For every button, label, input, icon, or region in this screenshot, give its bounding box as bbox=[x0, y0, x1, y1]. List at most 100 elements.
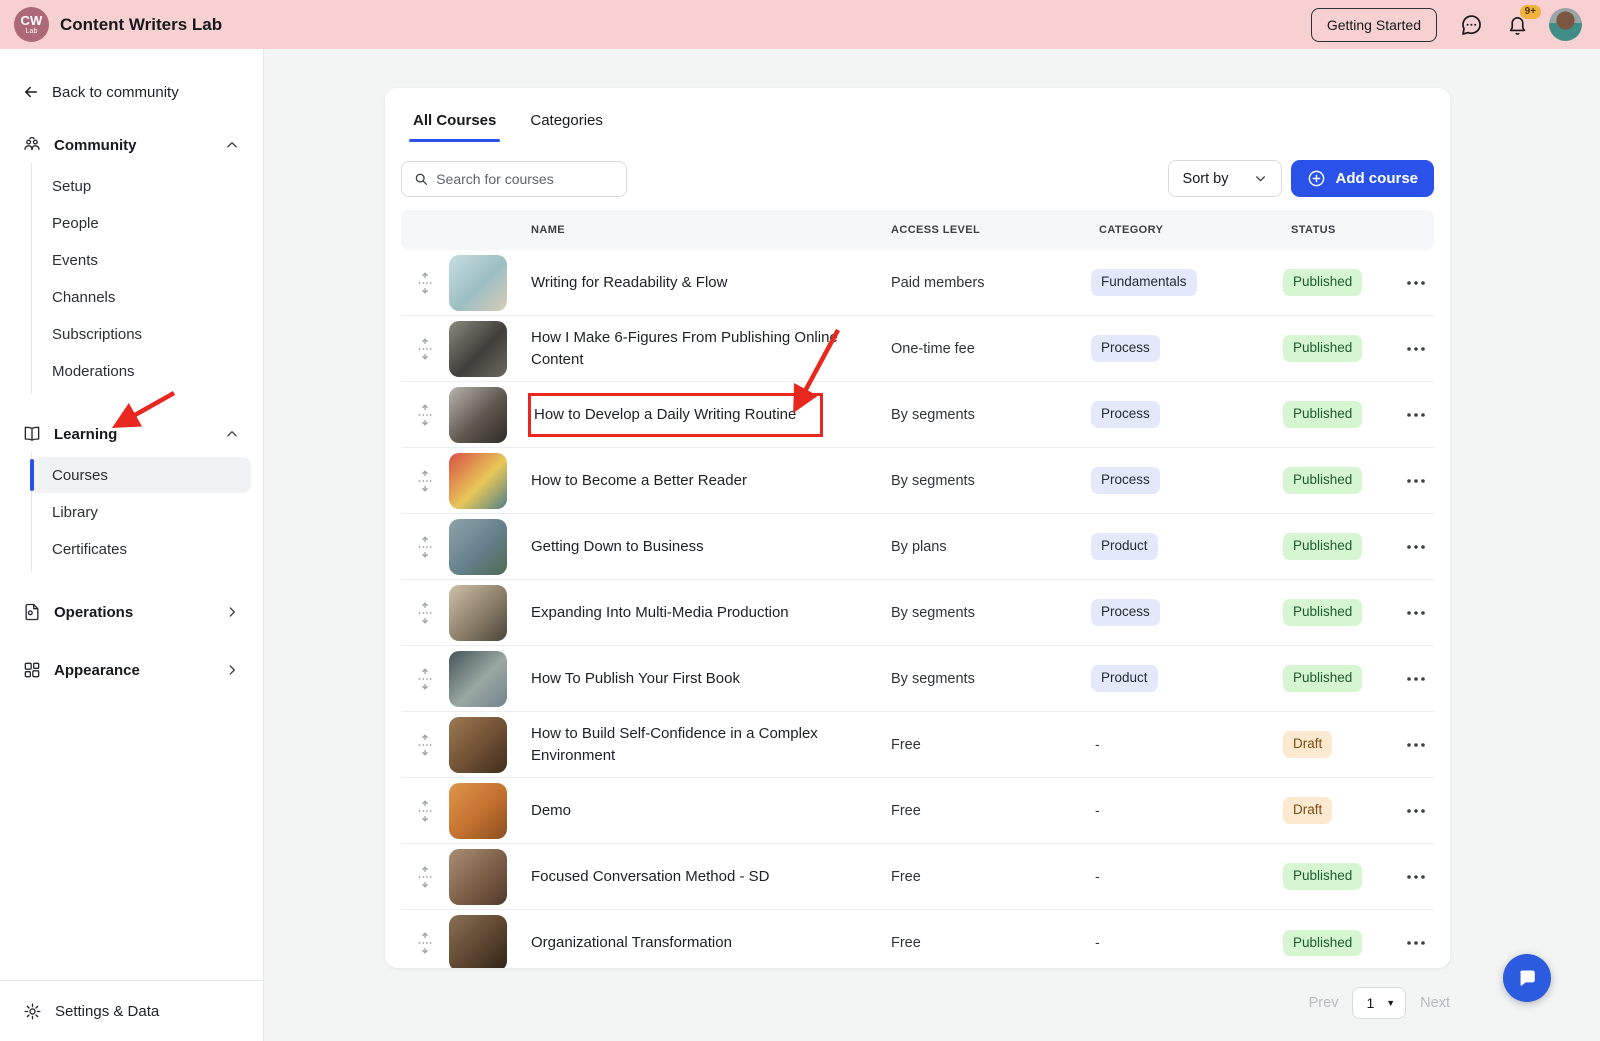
sidebar-item-moderations[interactable]: Moderations bbox=[32, 353, 251, 389]
status-badge: Published bbox=[1283, 467, 1363, 494]
notifications-button[interactable]: 9+ bbox=[1505, 4, 1541, 37]
category-badge: Process bbox=[1091, 467, 1160, 494]
access-level: Free bbox=[891, 935, 921, 951]
drag-handle[interactable] bbox=[401, 799, 449, 822]
plus-circle-icon bbox=[1309, 170, 1325, 187]
settings-and-data-link[interactable]: Settings & Data bbox=[0, 980, 263, 1041]
course-name-link[interactable]: How To Publish Your First Book bbox=[531, 670, 740, 687]
course-name-link[interactable]: How I Make 6-Figures From Publishing Onl… bbox=[531, 329, 838, 368]
back-to-community-link[interactable]: Back to community bbox=[22, 79, 251, 105]
getting-started-button[interactable]: Getting Started bbox=[1310, 7, 1437, 42]
sidebar-section-items: Setup People Events Channels Subscriptions Mo… bbox=[31, 163, 251, 394]
category-empty: - bbox=[1095, 934, 1100, 950]
course-name-link[interactable]: Expanding Into Multi-Media Production bbox=[531, 604, 789, 621]
sidebar-item-events[interactable]: Events bbox=[32, 242, 251, 278]
chat-bubble-icon bbox=[1462, 14, 1481, 35]
next-page-button[interactable]: Next bbox=[1420, 995, 1450, 1011]
app-header: CW Lab Content Writers Lab Getting Start… bbox=[0, 0, 1600, 49]
course-name-link[interactable]: Getting Down to Business bbox=[531, 538, 704, 555]
drag-handle[interactable] bbox=[401, 733, 449, 756]
course-name-link[interactable]: How to Become a Better Reader bbox=[531, 472, 747, 489]
course-name-link[interactable]: How to Develop a Daily Writing Routine bbox=[528, 392, 824, 437]
sidebar-item-people[interactable]: People bbox=[32, 205, 251, 241]
drag-handle[interactable] bbox=[401, 667, 449, 690]
sidebar-section-header-community[interactable]: Community bbox=[22, 127, 251, 163]
row-actions-menu[interactable] bbox=[1398, 808, 1434, 814]
row-actions-menu[interactable] bbox=[1398, 676, 1434, 682]
table-row: How I Make 6-Figures From Publishing Onl… bbox=[401, 316, 1434, 382]
category-badge: Process bbox=[1091, 599, 1160, 626]
column-header-name: NAME bbox=[531, 224, 565, 236]
row-actions-menu[interactable] bbox=[1398, 346, 1434, 352]
chat-widget-button[interactable] bbox=[1503, 954, 1551, 1002]
course-name-link[interactable]: Demo bbox=[531, 802, 571, 819]
row-actions-menu[interactable] bbox=[1398, 478, 1434, 484]
access-level: By segments bbox=[891, 406, 975, 423]
drag-handle[interactable] bbox=[401, 403, 449, 426]
row-actions-menu[interactable] bbox=[1398, 544, 1434, 550]
drag-handle[interactable] bbox=[401, 337, 449, 360]
category-empty: - bbox=[1095, 735, 1100, 752]
row-actions-menu[interactable] bbox=[1398, 412, 1434, 418]
column-header-category: CATEGORY bbox=[1099, 224, 1164, 236]
course-name-link[interactable]: Focused Conversation Method - SD bbox=[531, 868, 769, 885]
drag-handle[interactable] bbox=[401, 932, 449, 954]
row-actions-menu[interactable] bbox=[1398, 610, 1434, 616]
row-actions-menu[interactable] bbox=[1398, 280, 1434, 286]
course-name-link[interactable]: How to Build Self-Confidence in a Comple… bbox=[531, 725, 818, 764]
community-logo[interactable]: CW Lab bbox=[14, 7, 49, 42]
prev-page-button[interactable]: Prev bbox=[1309, 995, 1339, 1011]
access-level: One-time fee bbox=[891, 340, 975, 357]
sidebar-section-header-appearance[interactable]: Appearance bbox=[22, 652, 251, 688]
course-thumbnail bbox=[449, 584, 507, 641]
row-actions-menu[interactable] bbox=[1398, 742, 1434, 748]
drag-handle[interactable] bbox=[401, 469, 449, 492]
page-number-select[interactable]: 1 ▼ bbox=[1352, 987, 1407, 1019]
messages-button[interactable] bbox=[1459, 13, 1483, 37]
course-thumbnail bbox=[449, 254, 507, 311]
sidebar-item-library[interactable]: Library bbox=[32, 494, 251, 530]
courses-table: NAME ACCESS LEVEL CATEGORY STATUS Writing f… bbox=[401, 210, 1434, 968]
row-actions-menu[interactable] bbox=[1398, 874, 1434, 880]
access-level: By segments bbox=[891, 670, 975, 687]
sidebar-item-setup[interactable]: Setup bbox=[32, 168, 251, 204]
table-row: How to Become a Better Reader By segments… bbox=[401, 448, 1434, 514]
status-badge: Published bbox=[1283, 929, 1363, 957]
drag-handle[interactable] bbox=[401, 535, 449, 558]
notification-badge: 9+ bbox=[1519, 4, 1541, 19]
sidebar-item-certificates[interactable]: Certificates bbox=[32, 531, 251, 567]
table-row: How to Build Self-Confidence in a Comple… bbox=[401, 712, 1434, 778]
sidebar-section-header-learning[interactable]: Learning bbox=[22, 416, 251, 452]
courses-tabs: All Courses Categories bbox=[401, 88, 1434, 142]
drag-handle[interactable] bbox=[401, 865, 449, 888]
appearance-icon bbox=[22, 660, 42, 680]
sidebar-section-header-operations[interactable]: Operations bbox=[22, 594, 251, 630]
row-actions-menu[interactable] bbox=[1398, 940, 1434, 946]
table-header: NAME ACCESS LEVEL CATEGORY STATUS bbox=[401, 210, 1434, 250]
sidebar-item-subscriptions[interactable]: Subscriptions bbox=[32, 316, 251, 352]
column-header-status: STATUS bbox=[1291, 224, 1336, 236]
sidebar-section-label: Community bbox=[54, 136, 137, 154]
course-name-link[interactable]: Organizational Transformation bbox=[531, 934, 732, 951]
user-avatar[interactable] bbox=[1549, 8, 1582, 41]
back-to-community-label: Back to community bbox=[52, 83, 179, 101]
table-row: Focused Conversation Method - SD Free - Pub… bbox=[401, 844, 1434, 910]
tab-all-courses[interactable]: All Courses bbox=[408, 112, 501, 142]
community-icon bbox=[22, 135, 42, 155]
logo-subtext: Lab bbox=[25, 28, 38, 35]
search-input[interactable] bbox=[436, 170, 614, 187]
logo-text: CW bbox=[20, 13, 43, 28]
drag-handle[interactable] bbox=[401, 601, 449, 624]
sidebar-section-community: Community Setup People Events Channels Subscr… bbox=[22, 127, 251, 394]
add-course-button[interactable]: Add course bbox=[1291, 160, 1434, 197]
status-badge: Draft bbox=[1283, 797, 1333, 824]
add-course-label: Add course bbox=[1335, 170, 1418, 187]
drag-handle[interactable] bbox=[401, 271, 449, 294]
course-name-link[interactable]: Writing for Readability & Flow bbox=[531, 274, 727, 291]
course-thumbnail bbox=[449, 716, 507, 773]
tab-categories[interactable]: Categories bbox=[530, 112, 603, 142]
sidebar-item-channels[interactable]: Channels bbox=[32, 279, 251, 315]
sidebar-item-courses[interactable]: Courses bbox=[30, 457, 251, 493]
sort-by-dropdown[interactable]: Sort by bbox=[1167, 160, 1283, 197]
learning-icon bbox=[22, 424, 42, 444]
